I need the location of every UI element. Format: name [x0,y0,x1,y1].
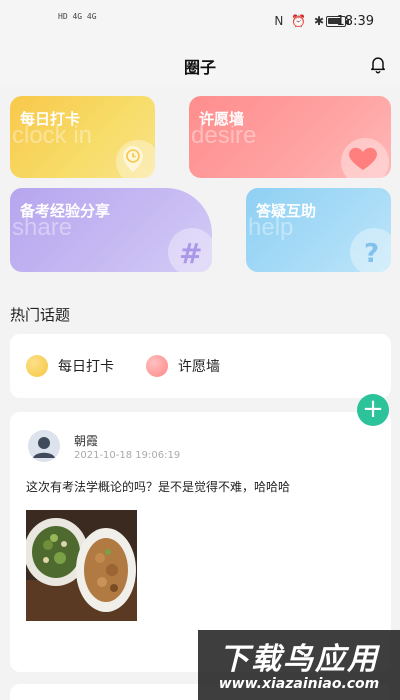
category-card-exam-experience[interactable]: share 备考经验分享 # [10,188,212,272]
topic-label: 每日打卡 [58,359,114,375]
signal-indicator: HD 4G 4G [58,12,97,21]
clock-time: 18:39 [336,14,374,29]
app-header: 圈子 [0,44,400,84]
card-label: 许愿墙 [199,110,245,128]
post-photo[interactable] [26,510,137,621]
avatar[interactable] [28,430,60,462]
brand-url: www.xiazainiao.com [218,676,380,692]
svg-text:?: ? [364,239,379,269]
svg-text:#: # [179,237,202,270]
brand-watermark: 下载鸟应用 www.xiazainiao.com [198,630,400,700]
card-label: 备考经验分享 [20,202,111,220]
food-photo-image [26,510,137,621]
bell-icon[interactable] [368,53,388,75]
topic-label: 许愿墙 [178,359,220,375]
add-post-button[interactable]: + [357,394,389,426]
card-label: 每日打卡 [20,110,81,128]
status-bar: HD 4G 4G N ⏰ ✱ 18:39 [0,0,400,44]
status-icons: N ⏰ ✱ [274,14,326,28]
topic-chip-clock-in[interactable]: 每日打卡 [26,354,114,378]
topic-chip-wish-wall[interactable]: 许愿墙 [146,354,220,378]
category-card-wish-wall[interactable]: desire 许愿墙 [189,96,391,178]
topic-dot [26,355,48,377]
post-content: 这次有考法学概论的吗？是不是觉得不难，哈哈哈 [26,480,291,494]
clock-icon [116,140,155,178]
heart-icon [341,138,389,178]
hot-topics-panel: 每日打卡 许愿墙 [10,334,391,398]
question-icon: ? [350,228,391,272]
topic-dot [146,355,168,377]
category-card-clock-in[interactable]: clock in 每日打卡 [10,96,155,178]
brand-title: 下载鸟应用 [219,642,379,677]
card-label: 答疑互助 [256,202,317,220]
page-title: 圈子 [183,58,216,77]
hashtag-icon: # [168,228,212,272]
post-timestamp: 2021-10-18 19:06:19 [74,450,181,461]
post-author: 朝霞 [74,434,99,448]
hot-topics-heading: 热门话题 [10,306,71,324]
category-card-qa-help[interactable]: help 答疑互助 ? [246,188,391,272]
user-icon [28,430,60,462]
